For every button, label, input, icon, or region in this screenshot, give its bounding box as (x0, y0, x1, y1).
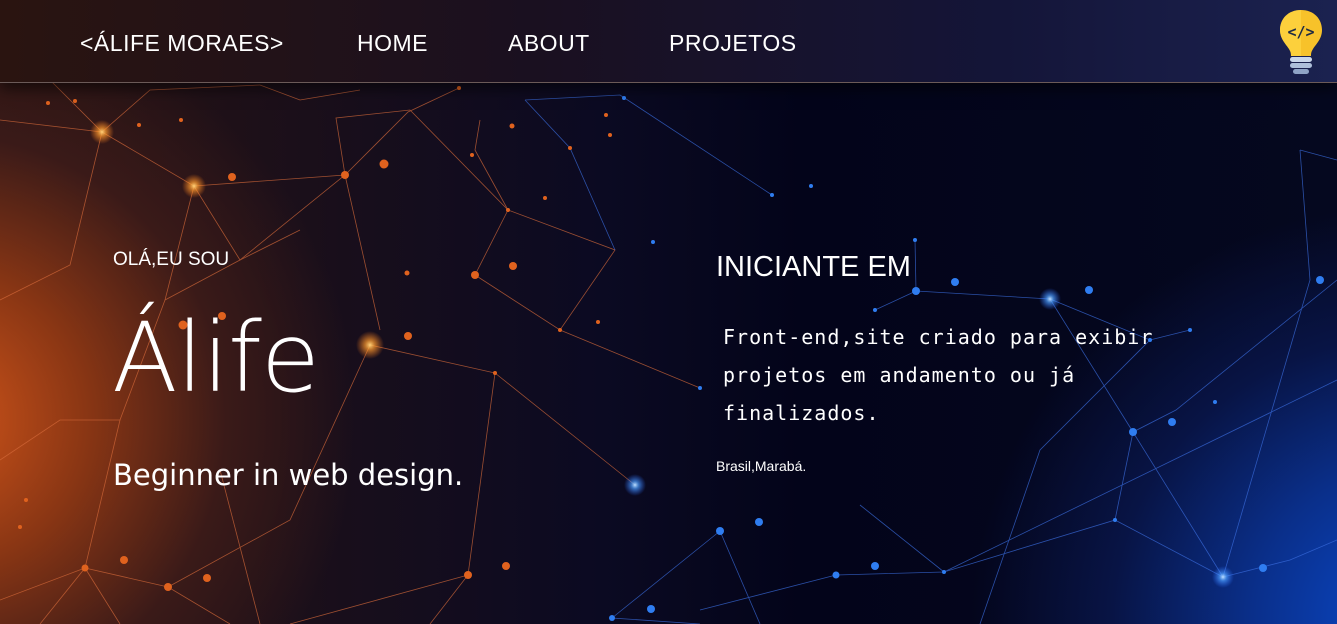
top-navigation-bar: <ÁLIFE MORAES> HOME ABOUT PROJETOS </> (0, 0, 1337, 83)
location-text: Brasil,Marabá. (716, 458, 807, 474)
greeting-text: OLÁ,EU SOU (113, 249, 230, 270)
lightbulb-code-icon[interactable]: </> (1278, 8, 1324, 76)
nav-link-about[interactable]: ABOUT (508, 30, 590, 57)
page: <ÁLIFE MORAES> HOME ABOUT PROJETOS </> O… (0, 0, 1337, 624)
nav-link-projetos[interactable]: PROJETOS (669, 30, 797, 57)
brand-link[interactable]: <ÁLIFE MORAES> (80, 30, 284, 57)
hero-tagline: Beginner in web design. (113, 458, 464, 492)
hero-name: Álife (112, 302, 320, 414)
nav-link-home[interactable]: HOME (357, 30, 428, 57)
about-description: Front-end,site criado para exibir projet… (723, 325, 1154, 425)
about-heading: INICIANTE EM (716, 251, 911, 283)
svg-text:</>: </> (1287, 23, 1314, 41)
